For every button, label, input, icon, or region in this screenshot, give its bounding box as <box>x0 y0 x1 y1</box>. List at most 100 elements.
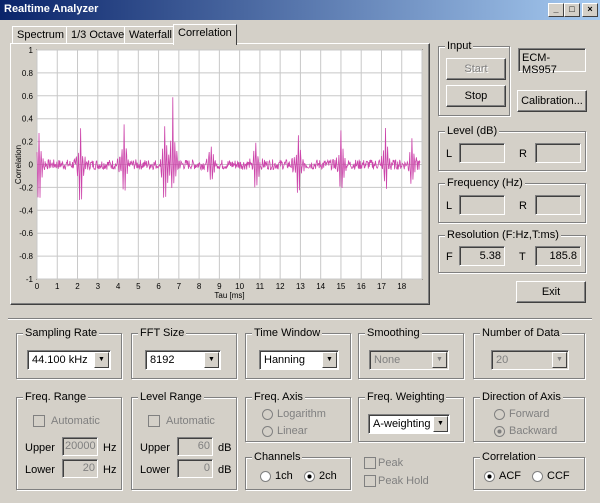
x-tick-label: 13 <box>296 282 305 291</box>
x-axis-label: Tau [ms] <box>214 291 244 300</box>
level-label: Level (dB) <box>445 125 500 137</box>
smoothing-select[interactable]: None ▼ <box>369 350 449 370</box>
correlation-group: Correlation ACF CCF <box>473 451 585 490</box>
chevron-down-icon[interactable]: ▼ <box>552 352 567 368</box>
level-r-field <box>535 143 581 163</box>
res-t-value: 185.8 <box>535 246 581 266</box>
x-tick-label: 6 <box>156 282 161 291</box>
levelrange-auto-label: Automatic <box>166 415 215 427</box>
freq-r-field <box>535 195 581 215</box>
freq-lower-input[interactable]: 20 <box>62 459 98 478</box>
x-tick-label: 15 <box>336 282 345 291</box>
fft-label: FFT Size <box>138 327 187 339</box>
y-tick-label: -1 <box>26 275 34 284</box>
x-tick-label: 4 <box>116 282 121 291</box>
channels-label: Channels <box>252 451 303 463</box>
y-tick-label: 1 <box>29 46 34 55</box>
linear-radio[interactable] <box>262 426 273 437</box>
res-f-label: F <box>446 251 453 263</box>
freqweight-select[interactable]: A-weighting ▼ <box>368 414 450 434</box>
forward-radio[interactable] <box>494 409 505 420</box>
direction-label: Direction of Axis <box>480 391 563 403</box>
sampling-value: 44.100 kHz <box>32 354 88 366</box>
ch1-label: 1ch <box>275 470 293 482</box>
stop-button[interactable]: Stop <box>446 85 506 107</box>
x-tick-label: 18 <box>397 282 406 291</box>
smoothing-label: Smoothing <box>365 327 422 339</box>
numdata-value: 20 <box>496 354 509 366</box>
chevron-down-icon[interactable]: ▼ <box>432 352 447 368</box>
level-l-label: L <box>446 148 453 160</box>
x-tick-label: 14 <box>316 282 325 291</box>
smoothing-group: Smoothing None ▼ <box>358 327 464 379</box>
level-lower-input[interactable]: 0 <box>177 459 213 478</box>
sampling-label: Sampling Rate <box>23 327 100 339</box>
level-upper-unit: dB <box>218 442 232 454</box>
freq-r-label: R <box>519 200 527 212</box>
y-tick-label: 0.2 <box>22 138 34 147</box>
y-axis-label: Correlation <box>14 145 23 184</box>
timewin-group: Time Window Hanning ▼ <box>245 327 351 379</box>
log-label: Logarithm <box>277 408 326 420</box>
chevron-down-icon[interactable]: ▼ <box>322 352 337 368</box>
freq-upper-unit: Hz <box>103 442 117 454</box>
freqaxis-label: Freq. Axis <box>252 391 305 403</box>
timewin-value: Hanning <box>264 354 305 366</box>
resolution-label: Resolution (F:Hz,T:ms) <box>445 229 561 241</box>
level-lower-unit: dB <box>218 464 232 476</box>
x-tick-label: 8 <box>197 282 202 291</box>
device-name: ECM-MS957 <box>518 48 586 76</box>
freqweight-group: Freq. Weighting A-weighting ▼ <box>358 391 464 442</box>
x-tick-label: 16 <box>357 282 366 291</box>
levelrange-auto-checkbox[interactable] <box>148 415 160 427</box>
title-bar[interactable]: Realtime Analyzer _ □ × <box>0 0 600 20</box>
sampling-select[interactable]: 44.100 kHz ▼ <box>27 350 111 370</box>
tab-spectrum[interactable]: Spectrum <box>12 26 70 44</box>
ccf-radio[interactable] <box>532 471 543 482</box>
linear-label: Linear <box>277 425 308 437</box>
freqrange-group: Freq. Range Automatic Upper 20000 Hz Low… <box>16 391 122 490</box>
peak-checkbox[interactable] <box>364 457 376 469</box>
close-button[interactable]: × <box>582 3 598 17</box>
chevron-down-icon[interactable]: ▼ <box>94 352 109 368</box>
acf-radio[interactable] <box>484 471 495 482</box>
acf-label: ACF <box>499 470 521 482</box>
x-tick-label: 7 <box>177 282 182 291</box>
level-upper-input[interactable]: 60 <box>177 437 213 456</box>
calibration-button[interactable]: Calibration... <box>517 90 587 112</box>
ccf-label: CCF <box>547 470 570 482</box>
tab-third-octave[interactable]: 1/3 Octave <box>66 26 130 44</box>
freqrange-label: Freq. Range <box>23 391 89 403</box>
x-tick-label: 17 <box>377 282 386 291</box>
freqrange-auto-checkbox[interactable] <box>33 415 45 427</box>
log-radio[interactable] <box>262 409 273 420</box>
backward-radio[interactable] <box>494 426 505 437</box>
timewin-select[interactable]: Hanning ▼ <box>259 350 339 370</box>
y-tick-label: 0.6 <box>22 92 34 101</box>
ch2-radio[interactable] <box>304 471 315 482</box>
peak-hold-checkbox[interactable] <box>364 475 376 487</box>
numdata-select[interactable]: 20 ▼ <box>491 350 569 370</box>
x-tick-label: 1 <box>55 282 60 291</box>
tab-correlation[interactable]: Correlation <box>173 24 237 45</box>
exit-button[interactable]: Exit <box>516 281 586 303</box>
chevron-down-icon[interactable]: ▼ <box>204 352 219 368</box>
direction-group: Direction of Axis Forward Backward <box>473 391 585 442</box>
freqaxis-group: Freq. Axis Logarithm Linear <box>245 391 351 442</box>
maximize-button[interactable]: □ <box>564 3 580 17</box>
fft-select[interactable]: 8192 ▼ <box>145 350 221 370</box>
y-tick-label: -0.6 <box>19 229 33 238</box>
start-button[interactable]: Start <box>446 58 506 80</box>
x-tick-label: 0 <box>35 282 40 291</box>
x-tick-label: 3 <box>96 282 101 291</box>
divider <box>8 318 592 320</box>
ch1-radio[interactable] <box>260 471 271 482</box>
chevron-down-icon[interactable]: ▼ <box>433 416 448 432</box>
ch2-label: 2ch <box>319 470 337 482</box>
peak-label: Peak <box>378 457 404 469</box>
level-upper-label: Upper <box>140 442 170 454</box>
sampling-group: Sampling Rate 44.100 kHz ▼ <box>16 327 122 379</box>
minimize-button[interactable]: _ <box>548 3 564 17</box>
tab-waterfall[interactable]: Waterfall <box>124 26 177 44</box>
freq-upper-input[interactable]: 20000 <box>62 437 98 456</box>
